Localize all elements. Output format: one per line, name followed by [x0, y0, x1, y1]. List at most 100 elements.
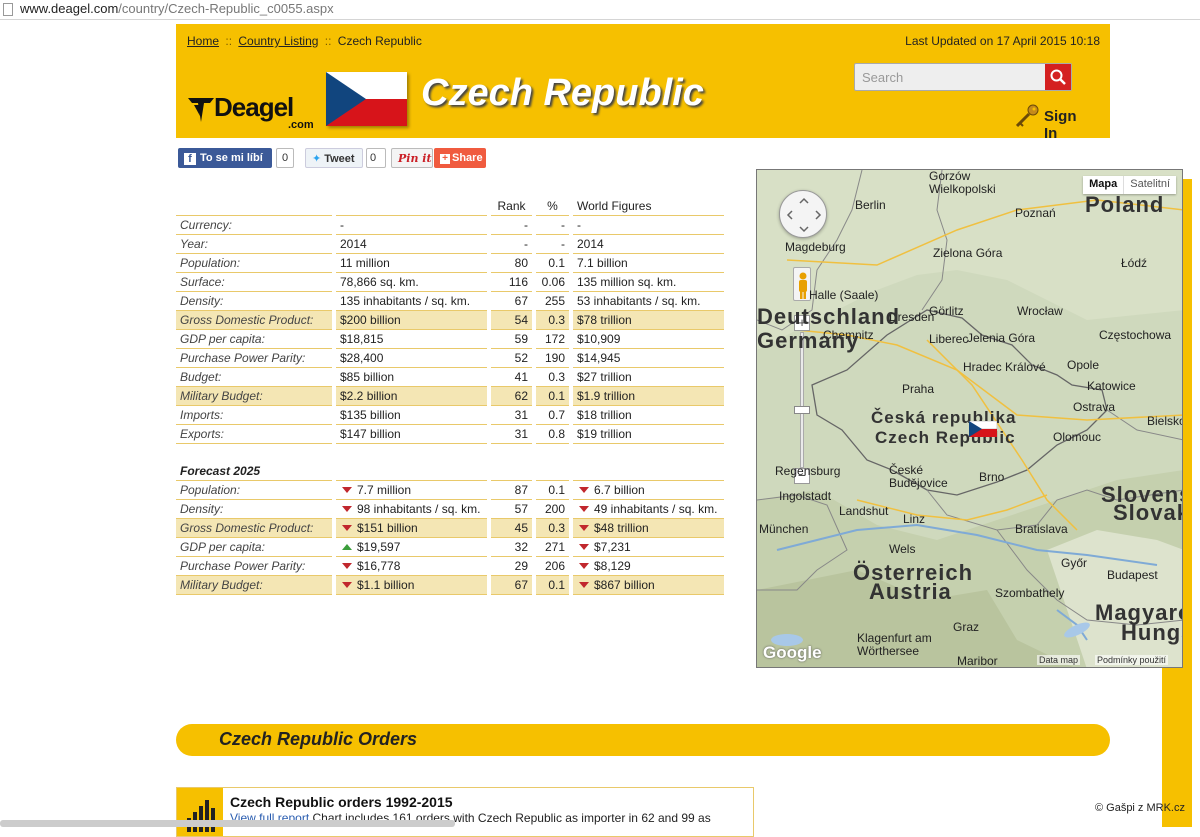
- twitter-bird-icon: ✦: [312, 153, 322, 165]
- forecast-value-text: 7.7 million: [357, 483, 412, 497]
- stat-value-text: 78,866 sq. km.: [340, 275, 419, 289]
- stat-value-text: -: [340, 218, 344, 232]
- search-button[interactable]: [1045, 64, 1071, 90]
- pinterest-button[interactable]: Pin it: [391, 148, 433, 168]
- stat-percent: 190: [536, 349, 569, 368]
- stat-world-text: $18 trillion: [577, 408, 632, 422]
- spacer-cell: [491, 444, 532, 462]
- forecast-label-text: Purchase Power Parity:: [180, 559, 306, 573]
- stat-label-text: Military Budget:: [180, 389, 263, 403]
- stat-rank-text: 59: [514, 332, 528, 346]
- facebook-like-button[interactable]: f To se mi líbí: [178, 148, 272, 168]
- order-report-card: Czech Republic orders 1992-2015 View ful…: [176, 787, 754, 837]
- stats-spacer-row: [176, 444, 724, 462]
- stats-row: Gross Domestic Product: $200 billion 54 0.3…: [176, 311, 724, 330]
- map-data-link[interactable]: Data map: [1037, 655, 1081, 665]
- stat-rank: 116: [491, 273, 532, 292]
- map-place-label: Landshut: [839, 504, 889, 518]
- stat-label-text: Density:: [180, 294, 224, 308]
- map-place-label: Zielona Góra: [933, 246, 1003, 260]
- map-place-label: Görlitz: [929, 304, 964, 318]
- stat-value-text: $200 billion: [340, 313, 401, 327]
- stat-percent-text: 190: [544, 351, 565, 365]
- stat-percent: -: [536, 235, 569, 254]
- forecast-percent: 206: [536, 557, 569, 576]
- share-button[interactable]: + Share: [434, 148, 486, 168]
- browser-address-bar[interactable]: www.deagel.com/country/Czech-Republic_c0…: [0, 0, 1200, 20]
- trend-down-icon: [342, 525, 352, 531]
- map-place-label: České Budějovice: [889, 463, 948, 490]
- stat-value-text: $85 billion: [340, 370, 395, 384]
- tweet-button[interactable]: ✦ Tweet: [305, 148, 363, 168]
- breadcrumb-separator: ::: [225, 34, 233, 48]
- map-place-label: Germany: [757, 328, 860, 353]
- forecast-label: Military Budget:: [176, 576, 332, 595]
- stat-percent-text: 0.06: [541, 275, 565, 289]
- site-logo[interactable]: Deagel .com: [188, 92, 318, 132]
- forecast-header-blank: [536, 462, 569, 481]
- map-place-label: Częstochowa: [1099, 328, 1172, 342]
- stat-percent: 0.7: [536, 406, 569, 425]
- forecast-row: Population: 7.7 million 87 0.1 6.7 billion: [176, 481, 724, 500]
- stat-label-text: Surface:: [180, 275, 225, 289]
- forecast-rank: 45: [491, 519, 532, 538]
- forecast-percent-text: 200: [544, 502, 565, 516]
- url-text[interactable]: www.deagel.com/country/Czech-Republic_c0…: [20, 1, 334, 16]
- map-place-label: Budapest: [1107, 568, 1158, 582]
- stat-world: $18 trillion: [573, 406, 724, 425]
- search-input[interactable]: [855, 64, 1045, 90]
- stat-rank: -: [491, 216, 532, 235]
- map-terms-link[interactable]: Podmínky použití: [1095, 655, 1169, 665]
- forecast-percent: 200: [536, 500, 569, 519]
- stat-value: $85 billion: [336, 368, 487, 387]
- stat-value: 135 inhabitants / sq. km.: [336, 292, 487, 311]
- horizontal-scrollbar[interactable]: [0, 820, 455, 827]
- stats-row: Surface: 78,866 sq. km. 116 0.06 135 million…: [176, 273, 724, 292]
- stat-world-text: $27 trillion: [577, 370, 632, 384]
- header-percent: %: [536, 196, 569, 216]
- orders-section-header: Czech Republic Orders: [176, 724, 1110, 756]
- forecast-world: $7,231: [573, 538, 724, 557]
- forecast-percent-text: 0.1: [548, 578, 565, 592]
- map-place-label: Praha: [902, 382, 935, 396]
- forecast-rank-text: 32: [514, 540, 528, 554]
- forecast-label-text: GDP per capita:: [180, 540, 265, 554]
- breadcrumb-listing-link[interactable]: Country Listing: [238, 34, 318, 48]
- forecast-row: Military Budget: $1.1 billion 67 0.1 $867 bi…: [176, 576, 724, 595]
- stats-row: Population: 11 million 80 0.1 7.1 billion: [176, 254, 724, 273]
- stat-percent: 0.1: [536, 254, 569, 273]
- page-icon: [3, 3, 13, 16]
- forecast-label: Population:: [176, 481, 332, 500]
- czech-flag-marker-icon[interactable]: [969, 421, 997, 437]
- forecast-percent-text: 0.3: [548, 521, 565, 535]
- stat-label-text: Budget:: [180, 370, 222, 384]
- stat-percent: 0.1: [536, 387, 569, 406]
- stat-label: Purchase Power Parity:: [176, 349, 332, 368]
- stat-world-text: 2014: [577, 237, 604, 251]
- stat-value-text: $135 billion: [340, 408, 401, 422]
- zoom-slider-handle[interactable]: [794, 406, 810, 414]
- stat-value-text: $18,815: [340, 332, 384, 346]
- map-place-label: Bielsko: [1147, 414, 1183, 428]
- stats-row: GDP per capita: $18,815 59 172 $10,909: [176, 330, 724, 349]
- forecast-label: Purchase Power Parity:: [176, 557, 332, 576]
- stats-row: Exports: $147 billion 31 0.8 $19 trillion: [176, 425, 724, 444]
- breadcrumb-current: Czech Republic: [337, 34, 422, 48]
- stat-percent-text: -: [561, 218, 565, 232]
- forecast-value-text: $16,778: [357, 559, 401, 573]
- map-place-label: Halle (Saale): [809, 288, 879, 302]
- stat-value-text: 11 million: [340, 256, 390, 270]
- stat-world: 135 million sq. km.: [573, 273, 724, 292]
- map-widget[interactable]: + − Mapa Satelitní Gorzów Wielkopolski Po…: [756, 169, 1183, 668]
- stat-percent-text: 0.7: [548, 408, 565, 422]
- stat-rank-text: 80: [514, 256, 528, 270]
- stat-rank-text: 52: [514, 351, 528, 365]
- sign-in-label: Sign In: [1044, 108, 1077, 142]
- logo-suffix: .com: [288, 119, 314, 131]
- order-report-card-accent: [177, 788, 223, 836]
- breadcrumb-home-link[interactable]: Home: [187, 34, 219, 48]
- forecast-title: Forecast 2025: [176, 462, 332, 481]
- stat-rank-text: 31: [514, 427, 528, 441]
- map-pan-control[interactable]: [779, 190, 827, 238]
- forecast-percent: 0.3: [536, 519, 569, 538]
